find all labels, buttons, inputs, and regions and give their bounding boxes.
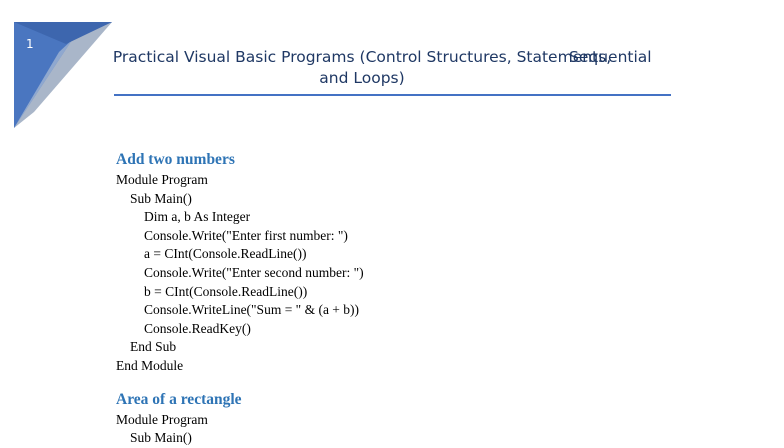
code-line: Module Program xyxy=(116,411,208,427)
code-line: End Module xyxy=(116,357,184,373)
section-heading: Add two numbers xyxy=(116,151,235,168)
code-line: Console.Write("Enter second number: ") xyxy=(144,264,364,280)
code-line: Console.Write("Enter first number: ") xyxy=(144,227,348,243)
code-section: Add two numbers Module Program Sub Main() D… xyxy=(116,150,676,376)
header-divider xyxy=(114,94,671,96)
code-line: a = CInt(Console.ReadLine()) xyxy=(144,246,307,262)
document-body: Add two numbers Module Program Sub Main() D… xyxy=(116,150,676,448)
code-line: Sub Main() xyxy=(130,190,192,206)
page-number: 1 xyxy=(26,37,34,51)
code-line: Dim a, b As Integer xyxy=(144,209,251,225)
code-line: Console.WriteLine("Sum = " & (a + b)) xyxy=(144,302,360,318)
code-line: Module Program xyxy=(116,172,208,187)
code-line: End Sub xyxy=(130,339,177,355)
section-heading: Area of a rectangle xyxy=(116,390,242,408)
code-line: b = CInt(Console.ReadLine()) xyxy=(144,283,308,299)
header-title-text: Practical Visual Basic Programs (Control… xyxy=(112,48,612,87)
code-section: Area of a rectangle Module Program Sub Mai… xyxy=(116,390,676,448)
code-line: Console.ReadKey() xyxy=(144,320,251,336)
header-right-label: Sequential xyxy=(569,48,652,66)
code-line: Sub Main() xyxy=(130,430,192,446)
